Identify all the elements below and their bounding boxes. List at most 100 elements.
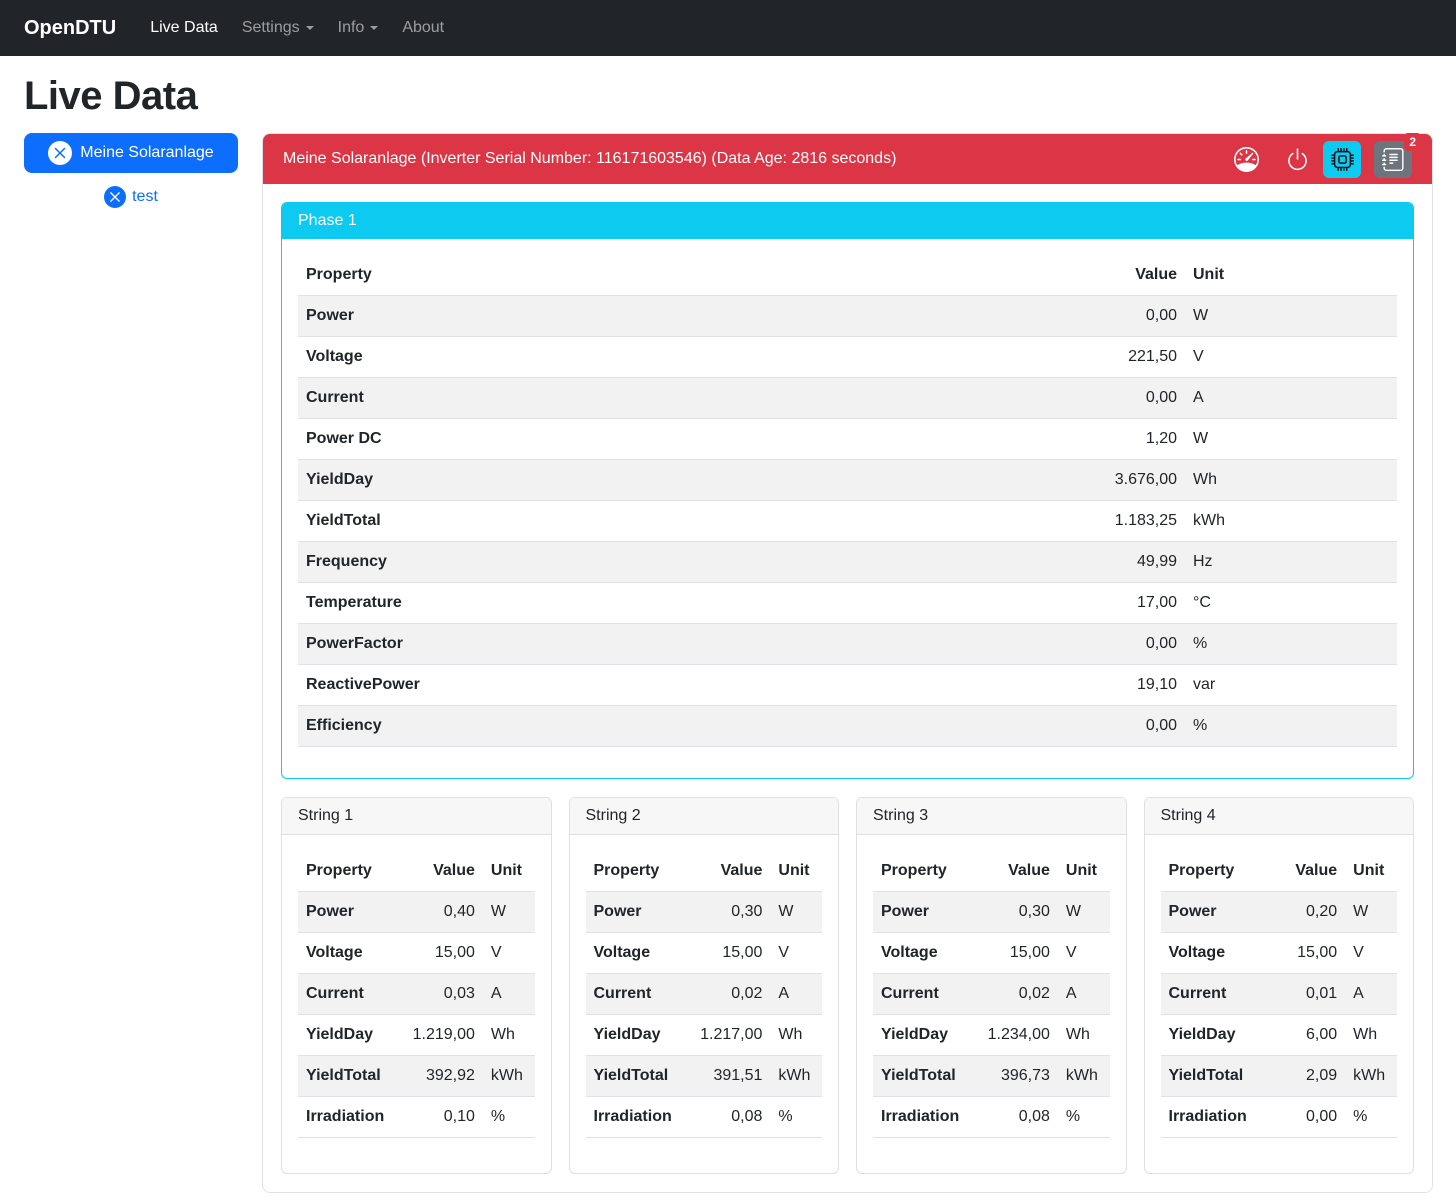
- table-row: Current0,01A: [1161, 974, 1398, 1015]
- table-row: Current0,02A: [873, 974, 1110, 1015]
- column-header-unit: Unit: [1185, 255, 1397, 296]
- column-header-property: Property: [586, 851, 680, 892]
- unit-cell: °C: [1185, 583, 1397, 624]
- table-row: YieldTotal391,51kWh: [586, 1056, 823, 1097]
- value-cell: 3.676,00: [851, 460, 1185, 501]
- property-cell: Power: [1161, 892, 1255, 933]
- value-cell: 1.234,00: [967, 1015, 1058, 1056]
- string-card: String 2 Property Value Unit Power0,30WV…: [569, 797, 840, 1174]
- property-cell: Efficiency: [298, 706, 851, 747]
- nav-link-label: Info: [338, 19, 365, 36]
- string-table: Property Value Unit Power0,30WVoltage15,…: [873, 851, 1110, 1138]
- inverter-sidebar: Meine Solaranlage test: [24, 133, 238, 208]
- inverter-header-text: Meine Solaranlage (Inverter Serial Numbe…: [283, 150, 896, 168]
- table-row: Irradiation0,00%: [1161, 1097, 1398, 1138]
- unit-cell: A: [1058, 974, 1110, 1015]
- value-cell: 49,99: [851, 542, 1185, 583]
- unit-cell: kWh: [1185, 501, 1397, 542]
- property-cell: YieldDay: [298, 460, 851, 501]
- cpu-icon: [1331, 148, 1354, 171]
- column-header-unit: Unit: [770, 851, 822, 892]
- unit-cell: %: [1058, 1097, 1110, 1138]
- value-cell: 392,92: [392, 1056, 483, 1097]
- nav-link-settings[interactable]: Settings: [234, 11, 322, 45]
- property-cell: YieldTotal: [586, 1056, 680, 1097]
- unit-cell: %: [1345, 1097, 1397, 1138]
- value-cell: 0,30: [680, 892, 771, 933]
- nav-link-live-data[interactable]: Live Data: [142, 11, 226, 45]
- value-cell: 221,50: [851, 337, 1185, 378]
- event-log-button[interactable]: 2: [1374, 141, 1412, 178]
- unit-cell: A: [770, 974, 822, 1015]
- table-row: Voltage15,00V: [586, 933, 823, 974]
- table-row: ReactivePower19,10var: [298, 665, 1397, 706]
- string-card-title: String 2: [570, 798, 839, 835]
- table-row: YieldTotal1.183,25kWh: [298, 501, 1397, 542]
- device-info-button[interactable]: [1323, 141, 1361, 178]
- nav-link-label: Settings: [242, 19, 300, 36]
- inverter-toolbar: 2: [1208, 141, 1412, 178]
- value-cell: 0,10: [392, 1097, 483, 1138]
- value-cell: 0,02: [680, 974, 771, 1015]
- event-count-badge: 2: [1404, 133, 1421, 151]
- table-row: YieldDay6,00Wh: [1161, 1015, 1398, 1056]
- table-row: YieldTotal392,92kWh: [298, 1056, 535, 1097]
- table-row: Power0,20W: [1161, 892, 1398, 933]
- unit-cell: W: [1345, 892, 1397, 933]
- value-cell: 0,00: [851, 378, 1185, 419]
- column-header-unit: Unit: [483, 851, 535, 892]
- inverter-link-test[interactable]: test: [24, 186, 238, 208]
- unit-cell: W: [1185, 419, 1397, 460]
- inverter-select-button[interactable]: Meine Solaranlage: [24, 133, 238, 173]
- property-cell: Irradiation: [873, 1097, 967, 1138]
- column-header-property: Property: [298, 255, 851, 296]
- top-navbar: OpenDTU Live Data Settings Info About: [0, 0, 1456, 56]
- nav-link-info[interactable]: Info: [330, 11, 387, 45]
- property-cell: PowerFactor: [298, 624, 851, 665]
- table-row: Power0,30W: [873, 892, 1110, 933]
- value-cell: 19,10: [851, 665, 1185, 706]
- property-cell: Current: [586, 974, 680, 1015]
- unit-cell: Wh: [483, 1015, 535, 1056]
- phase-table: Property Value Unit Power0,00WVoltage221…: [298, 255, 1397, 747]
- power-control-button[interactable]: [1285, 147, 1310, 172]
- property-cell: Power DC: [298, 419, 851, 460]
- unit-cell: Wh: [770, 1015, 822, 1056]
- limit-settings-button[interactable]: [1234, 147, 1259, 172]
- unit-cell: V: [1185, 337, 1397, 378]
- value-cell: 0,03: [392, 974, 483, 1015]
- string-card-body: Property Value Unit Power0,30WVoltage15,…: [570, 835, 839, 1173]
- property-cell: ReactivePower: [298, 665, 851, 706]
- table-row: Frequency49,99Hz: [298, 542, 1397, 583]
- value-cell: 15,00: [967, 933, 1058, 974]
- column-header-property: Property: [1161, 851, 1255, 892]
- value-cell: 1.217,00: [680, 1015, 771, 1056]
- unit-cell: kWh: [1058, 1056, 1110, 1097]
- column-header-value: Value: [967, 851, 1058, 892]
- table-row: Current0,03A: [298, 974, 535, 1015]
- property-cell: YieldDay: [1161, 1015, 1255, 1056]
- app-brand[interactable]: OpenDTU: [24, 17, 116, 40]
- x-circle-icon: [48, 141, 72, 165]
- value-cell: 15,00: [1255, 933, 1345, 974]
- value-cell: 6,00: [1255, 1015, 1345, 1056]
- unit-cell: W: [770, 892, 822, 933]
- chevron-down-icon: [306, 26, 314, 30]
- table-row: Voltage15,00V: [298, 933, 535, 974]
- property-cell: Current: [298, 378, 851, 419]
- column-header-value: Value: [680, 851, 771, 892]
- power-icon: [1285, 147, 1310, 172]
- table-row: YieldDay1.217,00Wh: [586, 1015, 823, 1056]
- content-row: Meine Solaranlage test Meine Solaranlage…: [0, 133, 1456, 1203]
- nav-link-label: About: [402, 19, 444, 36]
- value-cell: 391,51: [680, 1056, 771, 1097]
- table-row: Power0,30W: [586, 892, 823, 933]
- page-title: Live Data: [0, 74, 1456, 119]
- unit-cell: W: [1185, 296, 1397, 337]
- string-card: String 1 Property Value Unit Power0,40WV…: [281, 797, 552, 1174]
- inverter-card-body: Phase 1 Property Value Unit Power0,00WVo…: [263, 184, 1432, 1192]
- string-card-body: Property Value Unit Power0,20WVoltage15,…: [1145, 835, 1414, 1173]
- main-column: Meine Solaranlage (Inverter Serial Numbe…: [262, 133, 1433, 1193]
- nav-link-about[interactable]: About: [394, 11, 452, 45]
- value-cell: 1.219,00: [392, 1015, 483, 1056]
